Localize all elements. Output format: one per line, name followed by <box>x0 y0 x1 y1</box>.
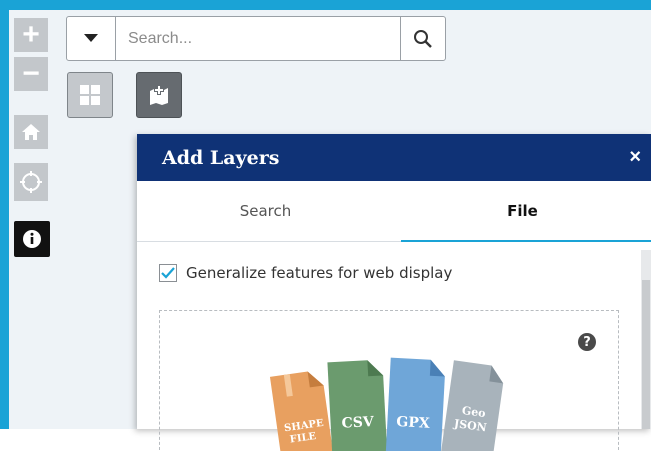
plus-icon: + <box>22 18 40 51</box>
file-drop-zone[interactable]: ? SHAPE FILE CSV GPX Geo JSON <box>159 310 619 456</box>
locate-icon <box>20 171 42 193</box>
locate-button[interactable] <box>14 163 48 201</box>
info-icon <box>23 230 41 248</box>
tab-file[interactable]: File <box>394 181 651 241</box>
panel-title: Add Layers <box>162 146 280 169</box>
zoom-out-button[interactable]: − <box>14 57 48 91</box>
panel-header: Add Layers × <box>137 134 651 181</box>
search-button[interactable] <box>400 17 445 60</box>
file-type-label: GPX <box>396 414 430 432</box>
search-icon <box>414 29 432 48</box>
grid-icon <box>80 85 100 105</box>
csv-icon: CSV <box>327 360 388 456</box>
search-source-dropdown[interactable] <box>67 17 116 60</box>
minus-icon: − <box>22 57 40 90</box>
add-layer-icon <box>150 85 168 105</box>
zoom-in-button[interactable]: + <box>14 18 48 52</box>
add-layers-panel: Add Layers × Search File Generalize feat… <box>137 134 651 456</box>
home-icon <box>22 124 40 140</box>
help-icon[interactable]: ? <box>578 333 596 351</box>
panel-tabs: Search File <box>137 181 651 242</box>
close-icon[interactable]: × <box>629 146 641 169</box>
gpx-icon: GPX <box>385 357 445 456</box>
home-button[interactable] <box>14 115 48 149</box>
search-input[interactable] <box>116 17 400 60</box>
info-button[interactable] <box>14 221 50 257</box>
panel-scrollbar[interactable] <box>641 250 651 429</box>
add-layer-button[interactable] <box>136 72 182 118</box>
geojson-icon: Geo JSON <box>440 360 504 456</box>
file-type-icons: SHAPE FILE CSV GPX Geo JSON <box>265 351 525 456</box>
caret-down-icon <box>84 34 98 42</box>
checkmark-icon <box>161 267 175 279</box>
shapefile-icon: SHAPE FILE <box>269 371 334 456</box>
basemap-gallery-button[interactable] <box>67 72 113 118</box>
tab-search[interactable]: Search <box>137 181 394 241</box>
generalize-option: Generalize features for web display <box>159 264 627 282</box>
generalize-checkbox[interactable] <box>159 264 177 282</box>
scrollbar-thumb[interactable] <box>642 280 650 429</box>
file-type-label: CSV <box>341 414 375 432</box>
search-widget <box>66 16 446 61</box>
generalize-label: Generalize features for web display <box>186 264 453 282</box>
